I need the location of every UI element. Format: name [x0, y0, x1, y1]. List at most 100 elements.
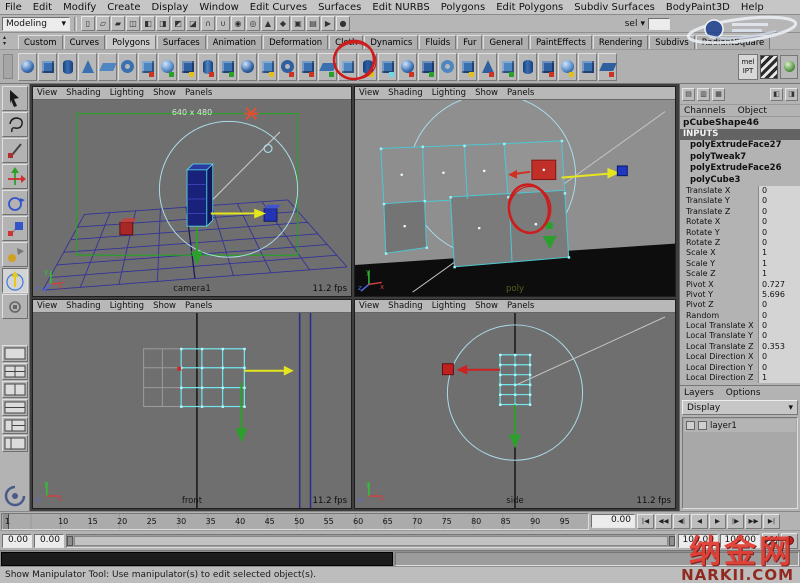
shelf-icon-cube[interactable] — [38, 53, 57, 81]
manipulator-pivot-ring[interactable] — [264, 145, 272, 153]
last-tool-button[interactable] — [2, 294, 28, 319]
attribute-value[interactable]: 0 — [758, 228, 800, 238]
viewport-menu-item[interactable]: Show — [153, 301, 176, 311]
select-mask-lines-icon[interactable]: ◪ — [186, 16, 200, 31]
attribute-name[interactable]: Pivot Z — [686, 300, 758, 310]
layer-mode-selector[interactable]: Display ▾ — [682, 400, 798, 415]
attribute-value[interactable]: 0 — [758, 238, 800, 248]
shelf-icon-sphere[interactable] — [238, 53, 257, 81]
playback-button[interactable]: |◀ — [637, 514, 654, 529]
shelf-icon-cylinder[interactable] — [58, 53, 77, 81]
shelf-icon-plane[interactable] — [598, 53, 617, 81]
attribute-value[interactable]: 5.696 — [758, 290, 800, 300]
fast-speed-icon[interactable]: ◨ — [785, 88, 798, 101]
menu-item[interactable]: Display — [151, 2, 188, 13]
shape-node-name[interactable]: pCubeShape46 — [680, 117, 800, 129]
shelf-icon-sphere[interactable] — [398, 53, 417, 81]
channel-box-menu-item[interactable]: Object — [738, 106, 767, 116]
layout-two-pane-side-button[interactable] — [2, 381, 28, 398]
viewport-menu-item[interactable]: Lighting — [110, 88, 144, 98]
history-node[interactable]: polyExtrudeFace26 — [680, 163, 800, 175]
selected-vertex-red[interactable] — [177, 367, 181, 371]
shelf-icon-cone[interactable] — [478, 53, 497, 81]
shelf-side-strip[interactable] — [3, 54, 13, 79]
history-node[interactable]: polyCube3 — [680, 175, 800, 187]
new-scene-icon[interactable]: ▯ — [81, 16, 95, 31]
manipulator-blue-handle[interactable] — [617, 166, 627, 176]
render-sphere-icon[interactable] — [780, 55, 798, 79]
auto-keyframe-icon[interactable] — [781, 533, 798, 549]
shelf-tab[interactable]: General — [483, 35, 529, 49]
ipr-render-icon[interactable]: ▶ — [321, 16, 335, 31]
attribute-name[interactable]: Local Direction Y — [686, 363, 758, 373]
paint-select-tool-button[interactable] — [2, 138, 28, 163]
attribute-value[interactable]: 1 — [758, 269, 800, 279]
shelf-tab[interactable]: Curves — [64, 35, 106, 49]
shelf-tab[interactable]: Cloth — [329, 35, 363, 49]
attribute-name[interactable]: Pivot X — [686, 280, 758, 290]
viewport-menu-item[interactable]: Shading — [66, 88, 101, 98]
viewport-menu-item[interactable]: View — [359, 88, 379, 98]
selected-extruded-column[interactable] — [187, 164, 213, 226]
shelf-icon-cube[interactable] — [538, 53, 557, 81]
command-line-input[interactable] — [1, 552, 393, 566]
layer-menu-item[interactable]: Options — [726, 388, 761, 398]
attribute-name[interactable]: Local Translate X — [686, 321, 758, 331]
viewport-menu-item[interactable]: Lighting — [432, 88, 466, 98]
viewport-menu-item[interactable]: Show — [153, 88, 176, 98]
viewport-menu-item[interactable]: View — [359, 301, 379, 311]
shelf-icon-cube[interactable] — [338, 53, 357, 81]
viewport-menu-item[interactable]: Show — [475, 88, 498, 98]
playback-button[interactable]: ▶▶ — [745, 514, 762, 529]
attribute-name[interactable]: Local Direction X — [686, 352, 758, 362]
shelf-icon-cube[interactable] — [258, 53, 277, 81]
menu-item[interactable]: Edit — [33, 2, 52, 13]
select-mask-handles-icon[interactable]: ◩ — [171, 16, 185, 31]
move-tool-button[interactable] — [2, 164, 28, 189]
viewport-front-canvas[interactable]: front 11.2 fps y x z — [33, 313, 351, 508]
playback-end-field[interactable]: 100.00 — [678, 534, 718, 548]
select-by-name-input[interactable] — [648, 18, 670, 30]
shelf-tab[interactable]: Polygons — [106, 35, 156, 49]
save-scene-icon[interactable]: ▰ — [111, 16, 125, 31]
viewport-menu-item[interactable]: Panels — [185, 88, 212, 98]
playback-button[interactable]: ▶ — [709, 514, 726, 529]
animation-start-field[interactable]: 0.00 — [2, 534, 32, 548]
shelf-icon-cube[interactable] — [458, 53, 477, 81]
manipulator-y-arrow[interactable] — [509, 405, 521, 449]
scale-tool-button[interactable] — [2, 216, 28, 241]
attribute-value[interactable]: 1 — [758, 248, 800, 258]
select-tool-button[interactable] — [2, 86, 28, 111]
attribute-name[interactable]: Translate Z — [686, 207, 758, 217]
menu-item[interactable]: Window — [199, 2, 238, 13]
shelf-icon-cube[interactable] — [178, 53, 197, 81]
viewport-poly-canvas[interactable]: poly 11.2 fps y x z — [355, 100, 675, 296]
layout-two-pane-stacked-button[interactable] — [2, 399, 28, 416]
menu-item[interactable]: Modify — [63, 2, 96, 13]
shelf-tab[interactable]: Deformation — [263, 35, 328, 49]
soft-modification-tool-button[interactable] — [2, 242, 28, 267]
playback-start-field[interactable]: 0.00 — [34, 534, 64, 548]
viewport-menu-item[interactable]: View — [37, 88, 57, 98]
shelf-icon-plane[interactable] — [318, 53, 337, 81]
viewport-menu-item[interactable]: Lighting — [432, 301, 466, 311]
construction-history-icon[interactable]: ◆ — [276, 16, 290, 31]
range-end-handle[interactable] — [669, 536, 675, 546]
layer-visibility-toggle[interactable] — [686, 421, 695, 430]
attribute-name[interactable]: Local Translate Z — [686, 342, 758, 352]
menu-item[interactable]: Edit NURBS — [372, 2, 429, 13]
menu-item[interactable]: BodyPaint3D — [666, 2, 730, 13]
menu-item[interactable]: Subdiv Surfaces — [574, 2, 655, 13]
open-scene-icon[interactable]: ▱ — [96, 16, 110, 31]
menu-item[interactable]: File — [5, 2, 22, 13]
layout-single-pane-button[interactable] — [2, 345, 28, 362]
channel-box-menu-item[interactable]: Channels — [684, 106, 726, 116]
attribute-value[interactable]: 0 — [758, 363, 800, 373]
range-start-handle[interactable] — [67, 536, 73, 546]
shelf-tab[interactable]: Rendering — [593, 35, 648, 49]
manipulator-y-arrow[interactable] — [235, 383, 247, 443]
layer-menu-item[interactable]: Layers — [684, 388, 714, 398]
playback-button[interactable]: ▶| — [763, 514, 780, 529]
menu-item[interactable]: Surfaces — [318, 2, 361, 13]
lasso-tool-button[interactable] — [2, 112, 28, 137]
